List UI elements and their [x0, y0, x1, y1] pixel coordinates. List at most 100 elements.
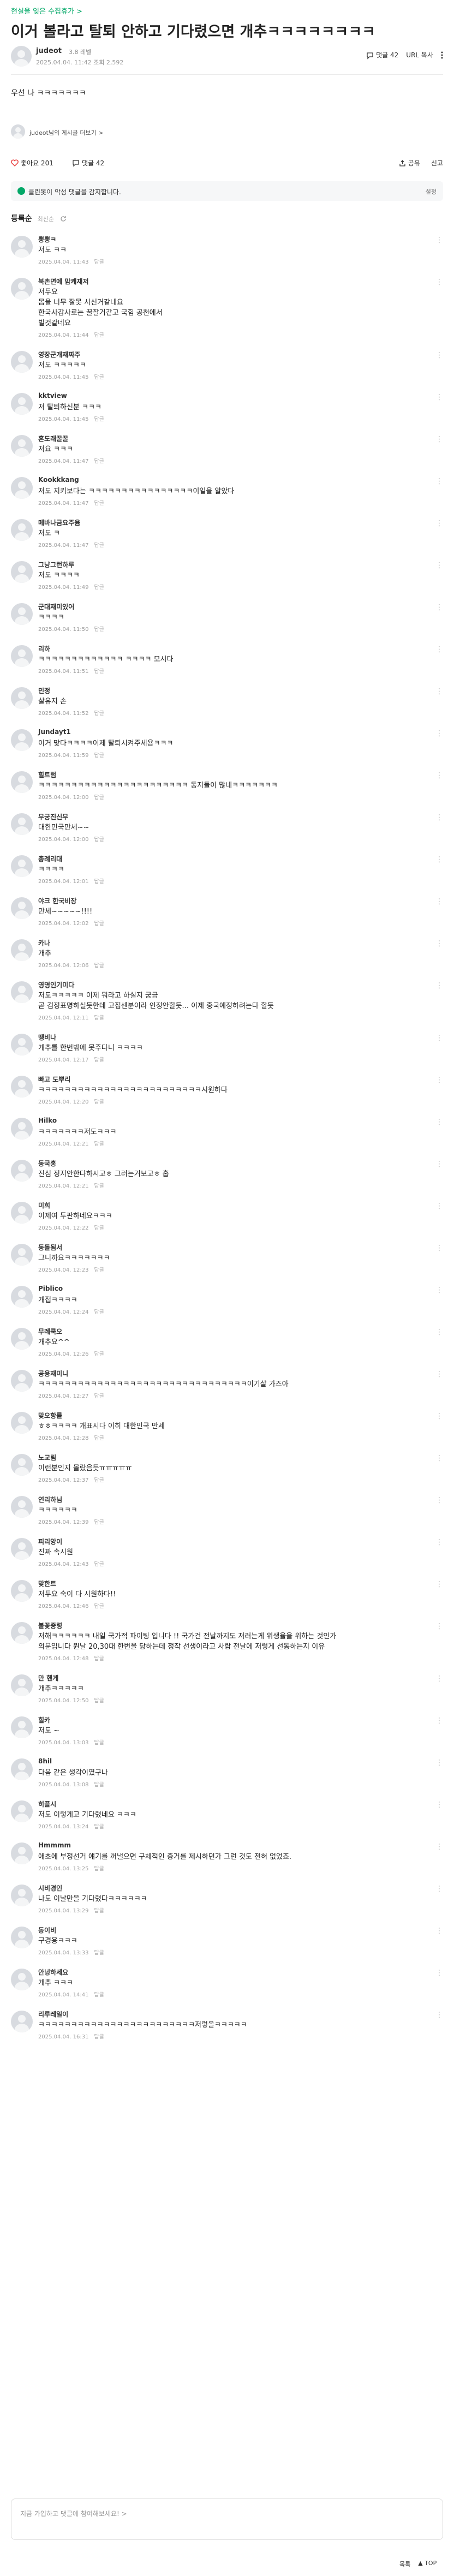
reply-button[interactable]: 답글 — [94, 795, 104, 801]
kebab-icon[interactable]: ⋮ — [435, 855, 443, 864]
reply-button[interactable]: 답글 — [94, 1225, 104, 1231]
commenter-avatar[interactable] — [11, 1885, 33, 1906]
kebab-icon[interactable]: ⋮ — [435, 1716, 443, 1725]
reply-button[interactable]: 답글 — [94, 2034, 104, 2040]
kebab-icon[interactable]: ⋮ — [435, 1927, 443, 1935]
reply-button[interactable]: 답글 — [94, 1866, 104, 1872]
commenter-avatar[interactable] — [11, 1622, 33, 1644]
commenter-avatar[interactable] — [11, 393, 33, 415]
kebab-icon[interactable]: ⋮ — [435, 1118, 443, 1126]
kebab-icon[interactable]: ⋮ — [435, 1160, 443, 1168]
commenter-avatar[interactable] — [11, 1496, 33, 1518]
commenter-name[interactable]: 리루레일이 — [38, 2009, 68, 2019]
commenter-name[interactable]: 안녕하세요 — [38, 1967, 68, 1977]
reply-button[interactable]: 답글 — [94, 1698, 104, 1704]
kebab-icon[interactable]: ⋮ — [435, 1370, 443, 1379]
commenter-name[interactable]: 동이비 — [38, 1925, 56, 1935]
commenter-avatar[interactable] — [11, 1927, 33, 1948]
commenter-name[interactable]: 영장군개재짜주 — [38, 350, 80, 359]
commenter-avatar[interactable] — [11, 236, 33, 258]
reply-button[interactable]: 답글 — [94, 1309, 104, 1315]
commenter-avatar[interactable] — [11, 1244, 33, 1266]
reply-button[interactable]: 답글 — [94, 1099, 104, 1105]
kebab-icon[interactable]: ⋮ — [435, 393, 443, 402]
kebab-icon[interactable]: ⋮ — [435, 1496, 443, 1505]
reply-button[interactable]: 답글 — [94, 1435, 104, 1441]
reply-button[interactable]: 답글 — [94, 374, 104, 380]
commenter-avatar[interactable] — [11, 1538, 33, 1560]
kebab-icon[interactable]: ⋮ — [435, 1885, 443, 1893]
commenter-avatar[interactable] — [11, 477, 33, 499]
more-icon[interactable] — [441, 51, 443, 59]
kebab-icon[interactable]: ⋮ — [435, 981, 443, 990]
reply-button[interactable]: 답글 — [94, 1908, 104, 1914]
report-button[interactable]: 신고 — [431, 158, 443, 168]
reply-button[interactable]: 답글 — [94, 1477, 104, 1483]
commenter-name[interactable]: 동국홍 — [38, 1159, 56, 1168]
commenter-avatar[interactable] — [11, 939, 33, 961]
commenter-name[interactable]: 무례쿡오 — [38, 1327, 62, 1336]
reply-button[interactable]: 답글 — [94, 259, 104, 265]
commenter-avatar[interactable] — [11, 981, 33, 1003]
sort-registered-tab[interactable]: 등록순 — [11, 214, 32, 223]
commenter-avatar[interactable] — [11, 1800, 33, 1822]
commenter-avatar[interactable] — [11, 897, 33, 919]
top-button[interactable]: ▲ TOP — [418, 2560, 437, 2568]
share-button[interactable]: 공유 — [399, 158, 420, 168]
kebab-icon[interactable]: ⋮ — [435, 519, 443, 528]
kebab-icon[interactable]: ⋮ — [435, 236, 443, 245]
commenter-name[interactable]: 총례리대 — [38, 854, 62, 863]
commenter-avatar[interactable] — [11, 1674, 33, 1696]
kebab-icon[interactable]: ⋮ — [435, 477, 443, 486]
reply-button[interactable]: 답글 — [94, 753, 104, 759]
reply-button[interactable]: 답글 — [94, 1519, 104, 1525]
kebab-icon[interactable]: ⋮ — [435, 1758, 443, 1767]
list-button[interactable]: 목록 — [399, 2560, 410, 2568]
commenter-name[interactable]: 빠고 도뿌리 — [38, 1075, 70, 1084]
commenter-avatar[interactable] — [11, 1118, 33, 1140]
commenter-avatar[interactable] — [11, 687, 33, 709]
kebab-icon[interactable]: ⋮ — [435, 645, 443, 654]
kebab-icon[interactable]: ⋮ — [435, 1580, 443, 1589]
reply-button[interactable]: 답글 — [94, 1015, 104, 1021]
commenter-name[interactable]: 영명인기미다 — [38, 980, 74, 989]
kebab-icon[interactable]: ⋮ — [435, 1454, 443, 1463]
commenter-avatar[interactable] — [11, 1716, 33, 1738]
commenter-name[interactable]: 카나 — [38, 938, 50, 947]
reply-button[interactable]: 답글 — [94, 1141, 104, 1147]
kebab-icon[interactable]: ⋮ — [435, 2011, 443, 2019]
commenter-avatar[interactable] — [11, 1286, 33, 1308]
commenter-avatar[interactable] — [11, 1580, 33, 1602]
commenter-avatar[interactable] — [11, 1454, 33, 1476]
commenter-avatar[interactable] — [11, 603, 33, 625]
kebab-icon[interactable]: ⋮ — [435, 687, 443, 696]
commenter-avatar[interactable] — [11, 2011, 33, 2032]
commenter-name[interactable]: 시비경인 — [38, 1883, 62, 1893]
reply-button[interactable]: 답글 — [94, 837, 104, 843]
commenter-name[interactable]: 연리하님 — [38, 1495, 62, 1504]
commenter-avatar[interactable] — [11, 1202, 33, 1224]
kebab-icon[interactable]: ⋮ — [435, 1842, 443, 1851]
reply-button[interactable]: 답글 — [94, 1183, 104, 1189]
commenter-name[interactable]: 뽕뽕ㅋ — [38, 235, 56, 244]
commenter-avatar[interactable] — [11, 1034, 33, 1056]
commenter-name[interactable]: 맞오항률 — [38, 1411, 62, 1420]
kebab-icon[interactable]: ⋮ — [435, 1202, 443, 1211]
kebab-icon[interactable]: ⋮ — [435, 771, 443, 780]
reply-button[interactable]: 답글 — [94, 711, 104, 717]
reply-button[interactable]: 답글 — [94, 1782, 104, 1788]
commenter-avatar[interactable] — [11, 813, 33, 835]
reply-button[interactable]: 답글 — [94, 1561, 104, 1567]
kebab-icon[interactable]: ⋮ — [435, 1286, 443, 1295]
kebab-icon[interactable]: ⋮ — [435, 1412, 443, 1421]
reply-button[interactable]: 답글 — [94, 1656, 104, 1662]
commenter-avatar[interactable] — [11, 519, 33, 541]
comment-count-button[interactable]: 댓글 42 — [72, 158, 104, 168]
commenter-name[interactable]: 북촌면에 맘케재저 — [38, 277, 89, 286]
reply-button[interactable]: 답글 — [94, 1950, 104, 1956]
kebab-icon[interactable]: ⋮ — [435, 1969, 443, 1977]
author-avatar[interactable] — [11, 46, 32, 67]
header-comment-button[interactable]: 댓글 42 — [366, 50, 398, 59]
commenter-name[interactable]: Hmmmm — [38, 1841, 71, 1849]
reply-button[interactable]: 답글 — [94, 500, 104, 506]
